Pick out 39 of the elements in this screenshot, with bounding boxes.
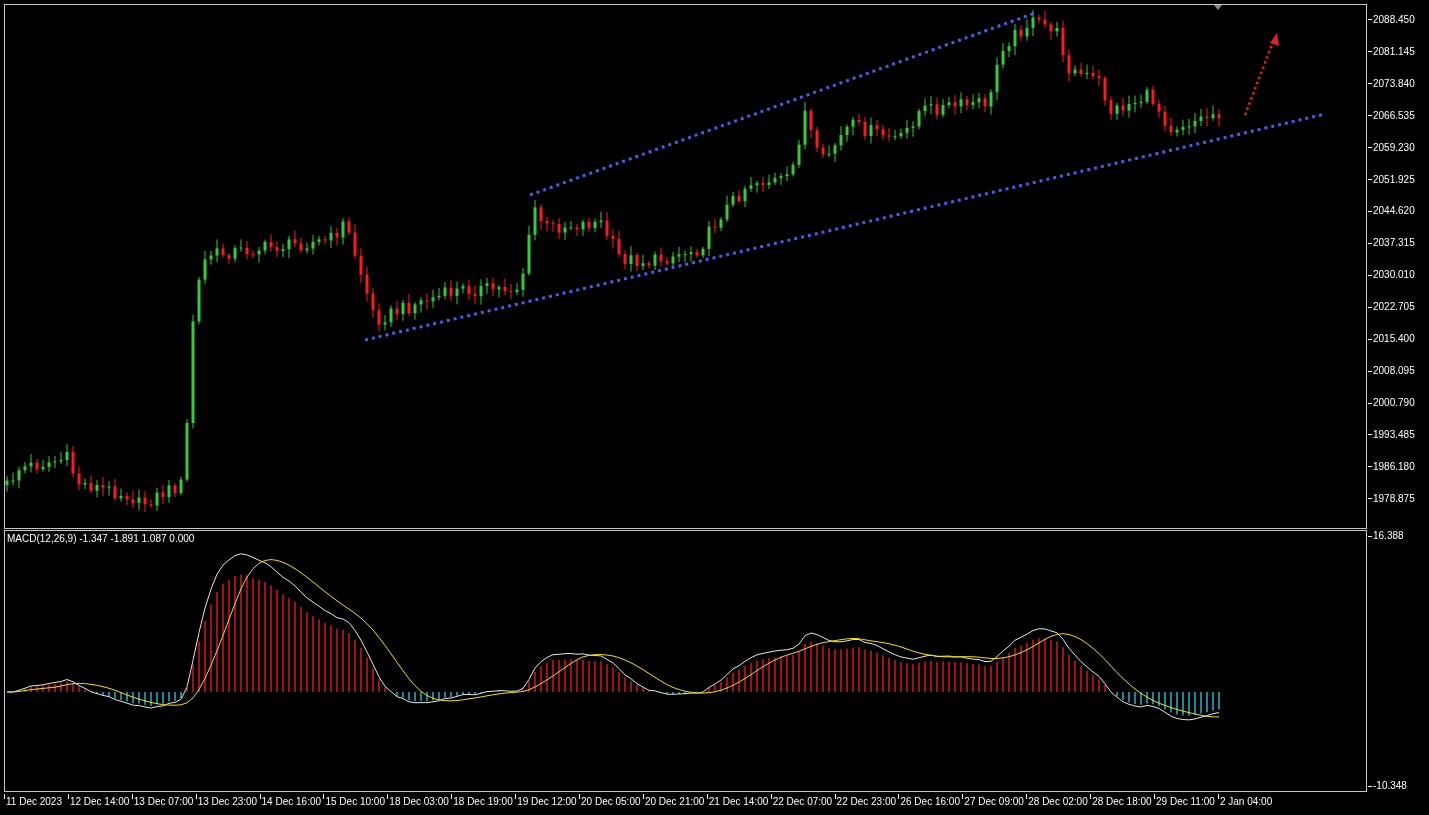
time-axis-label: 22 Dec 23:00 (836, 797, 897, 807)
time-axis-label: 18 Dec 19:00 (453, 797, 513, 807)
time-axis-label: 13 Dec 07:00 (133, 797, 194, 807)
price-axis-label: 1993.485 (1373, 429, 1415, 440)
indicator-axis-label: 16.388 (1373, 531, 1404, 541)
time-axis-label: 27 Dec 09:00 (964, 797, 1024, 807)
price-axis-label: 2015.400 (1373, 334, 1415, 345)
time-axis-label: 2 Jan 04:00 (1219, 797, 1273, 807)
time-axis-label: 11 Dec 2023 (6, 797, 62, 807)
price-axis-label: 2000.790 (1373, 398, 1415, 408)
time-axis-label: 12 Dec 14:00 (69, 797, 130, 807)
time-axis-label: 29 Dec 11:00 (1156, 797, 1215, 807)
price-axis-label: 2088.450 (1373, 14, 1415, 25)
price-axis-label: 2066.535 (1373, 110, 1415, 121)
time-axis-label: 20 Dec 21:00 (644, 797, 705, 807)
price-axis-label: 2059.230 (1373, 142, 1415, 153)
price-axis-label: 2051.925 (1373, 174, 1415, 185)
time-axis-label: 28 Dec 18:00 (1092, 797, 1152, 807)
price-axis-label: 2081.145 (1373, 46, 1415, 57)
price-axis-label: 2037.315 (1373, 238, 1415, 249)
price-axis-label: 2030.010 (1373, 270, 1415, 281)
time-axis-label: 18 Dec 03:00 (389, 797, 449, 807)
time-axis-label: 19 Dec 12:00 (517, 797, 577, 807)
price-axis-label: 1978.875 (1373, 493, 1415, 504)
price-axis-label: 2008.095 (1373, 366, 1415, 377)
indicator-axis-label: -10.348 (1373, 781, 1407, 791)
price-axis-label: 1986.180 (1373, 461, 1415, 472)
time-axis-label: 28 Dec 02:00 (1028, 797, 1088, 807)
time-axis-label: 20 Dec 05:00 (581, 797, 641, 807)
time-axis-label: 14 Dec 16:00 (261, 797, 322, 807)
time-axis-label: 21 Dec 14:00 (708, 797, 769, 807)
price-axis-label: 2073.840 (1373, 78, 1415, 89)
time-axis-label: 22 Dec 07:00 (772, 797, 833, 807)
time-axis-label: 13 Dec 23:00 (197, 797, 258, 807)
indicator-label: MACD(12,26,9) -1.347 -1.891 1.087 0.000 (7, 534, 195, 544)
time-axis-label: 26 Dec 16:00 (900, 797, 960, 807)
time-axis-label: 15 Dec 10:00 (325, 797, 385, 807)
price-axis-label: 2044.620 (1373, 206, 1415, 217)
price-axis-label: 2022.705 (1373, 302, 1415, 313)
